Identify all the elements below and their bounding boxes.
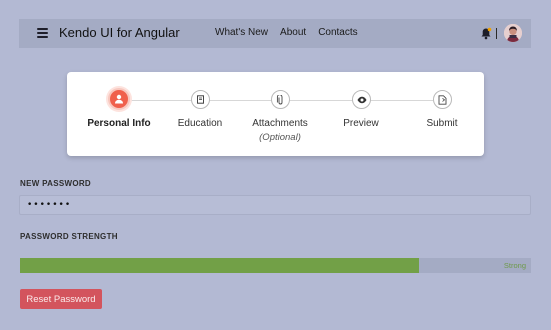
user-avatar[interactable] [504,24,522,42]
new-password-field[interactable] [19,195,531,215]
password-strength-bar: Strong [20,258,531,273]
step-label: Personal Info [87,118,151,129]
nav-contacts[interactable]: Contacts [318,27,357,38]
nav-whats-new[interactable]: What's New [215,27,268,38]
step-label: Preview [343,118,379,129]
step-label: Education [177,118,223,129]
paperclip-icon [276,94,283,104]
password-strength-label: PASSWORD STRENGTH [20,232,118,241]
book-icon [197,95,204,104]
nav-about[interactable]: About [280,27,306,38]
step-circle-submit[interactable] [433,90,452,109]
app-title: Kendo UI for Angular [59,25,180,40]
bell-icon[interactable] [480,27,492,40]
step-sublabel: (Optional) [259,132,301,143]
header-divider [496,28,497,39]
eye-icon [357,96,366,103]
reset-password-button[interactable]: Reset Password [20,289,102,309]
password-strength-fill [20,258,419,273]
step-circle-attachments[interactable] [271,90,290,109]
step-label: Submit [426,118,458,129]
step-circle-personal-info[interactable] [108,88,130,110]
app-header: Kendo UI for Angular What's New About Co… [19,19,531,48]
new-password-label: NEW PASSWORD [20,179,92,188]
step-label: Attachments [252,118,308,129]
user-icon [115,94,123,104]
main-nav: What's New About Contacts [215,27,358,38]
password-strength-text: Strong [503,261,526,270]
hamburger-menu-icon[interactable] [37,28,48,38]
step-circle-education[interactable] [191,90,210,109]
step-circle-preview[interactable] [352,90,371,109]
stepper-card: Personal Info Education Attachments (Opt… [67,72,484,156]
file-submit-icon [438,94,447,105]
